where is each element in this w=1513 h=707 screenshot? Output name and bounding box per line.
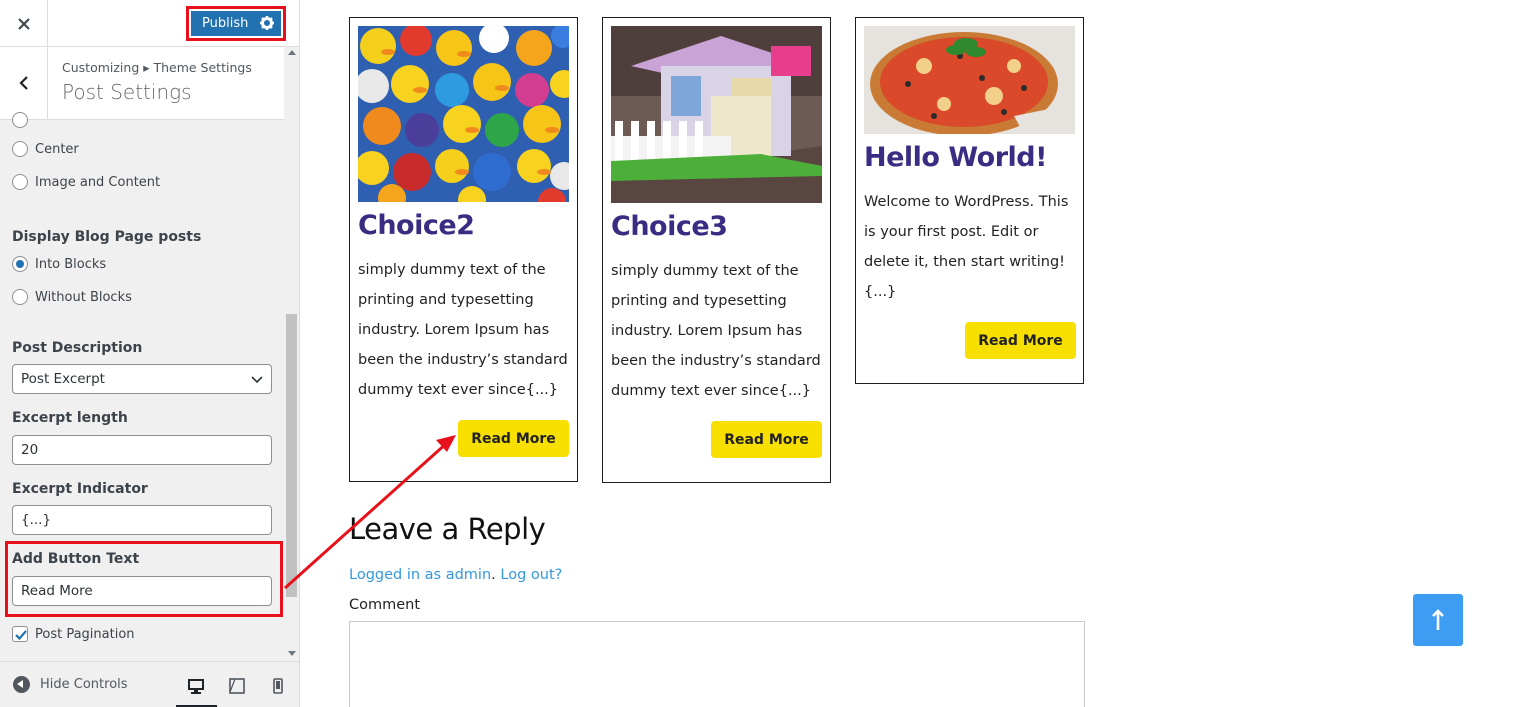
excerpt-line: industry. Lorem Ipsum has — [358, 322, 550, 338]
post-thumbnail-rubber-ducks[interactable] — [358, 26, 569, 202]
publish-label: Publish — [202, 16, 249, 31]
post-title[interactable]: Choice3 — [611, 211, 728, 242]
pagination-label: Post Pagination — [35, 627, 135, 642]
hide-controls-button[interactable]: Hide Controls — [13, 676, 128, 693]
close-customizer-button[interactable] — [0, 0, 48, 47]
layout-option-center: Center — [35, 142, 79, 157]
select-value: Post Excerpt — [21, 371, 105, 387]
scroll-to-top-button[interactable] — [1413, 594, 1463, 646]
button-text-value: Read More — [21, 583, 93, 599]
excerpt-line: dummy text ever since{...} — [358, 382, 558, 398]
scroll-down-arrow[interactable] — [288, 651, 296, 656]
excerpt-line: printing and typesetting — [611, 293, 787, 309]
logged-in-line: Logged in as admin. Log out? — [349, 567, 562, 583]
button-text-title: Add Button Text — [12, 551, 140, 567]
option-into-blocks: Into Blocks — [35, 257, 107, 272]
comment-textarea[interactable] — [349, 621, 1085, 707]
hide-controls-label: Hide Controls — [40, 677, 128, 692]
excerpt-line: dummy text ever since{...} — [611, 383, 811, 399]
read-more-button[interactable]: Read More — [458, 420, 569, 457]
layout-option-image-content: Image and Content — [35, 175, 161, 190]
excerpt-line: is your first post. Edit or — [864, 224, 1039, 240]
tablet-preview-icon[interactable] — [227, 676, 247, 696]
excerpt-indicator-title: Excerpt Indicator — [12, 481, 148, 497]
post-excerpt: simply dummy text of the printing and ty… — [611, 256, 821, 406]
desktop-preview-icon[interactable] — [186, 676, 206, 696]
option-without-blocks: Without Blocks — [35, 290, 132, 305]
button-text-input[interactable]: Read More — [12, 576, 272, 606]
reply-heading: Leave a Reply — [349, 512, 546, 546]
pagination-checkbox[interactable] — [12, 626, 28, 642]
arrow-up-icon — [1432, 609, 1444, 630]
post-card: Choice3 simply dummy text of the printin… — [602, 17, 831, 483]
excerpt-line: been the industry’s standard — [358, 352, 568, 368]
customizer-header: Publish — [0, 0, 299, 47]
excerpt-line: printing and typesetting — [358, 292, 534, 308]
mobile-preview-icon[interactable] — [268, 676, 288, 696]
post-card: Hello World! Welcome to WordPress. This … — [855, 17, 1084, 384]
radio-without-blocks[interactable] — [12, 289, 28, 305]
layout-radio-hidden[interactable] — [12, 112, 28, 128]
excerpt-length-input[interactable]: 20 — [12, 435, 272, 465]
post-excerpt: Welcome to WordPress. This is your first… — [864, 187, 1068, 307]
chevron-down-icon — [251, 376, 263, 384]
customizer-footer: Hide Controls — [0, 661, 299, 707]
excerpt-line: {...} — [864, 284, 897, 300]
excerpt-line: been the industry’s standard — [611, 353, 821, 369]
layout-radio-center[interactable] — [12, 141, 28, 157]
excerpt-length-title: Excerpt length — [12, 410, 128, 426]
display-posts-title: Display Blog Page posts — [12, 229, 202, 245]
collapse-icon — [13, 676, 30, 693]
post-excerpt: simply dummy text of the printing and ty… — [358, 255, 568, 405]
separator: . — [491, 567, 496, 583]
read-more-button[interactable]: Read More — [965, 322, 1076, 359]
excerpt-indicator-input[interactable]: {...} — [12, 505, 272, 535]
close-icon — [17, 17, 30, 30]
post-thumbnail-pizza[interactable] — [864, 26, 1075, 134]
excerpt-line: industry. Lorem Ipsum has — [611, 323, 803, 339]
radio-into-blocks[interactable] — [12, 256, 28, 272]
publish-button[interactable]: Publish — [191, 11, 281, 36]
scrollbar-thumb[interactable] — [286, 314, 297, 597]
post-description-title: Post Description — [12, 340, 143, 356]
read-more-button[interactable]: Read More — [711, 421, 822, 458]
excerpt-line: simply dummy text of the — [358, 262, 546, 278]
layout-radio-image-content[interactable] — [12, 174, 28, 190]
customizer-sidebar: Publish Customizing ▸ Theme Settings Pos… — [0, 0, 300, 707]
publish-highlight: Publish — [186, 6, 286, 41]
post-title[interactable]: Hello World! — [864, 142, 1047, 173]
post-card: Choice2 simply dummy text of the printin… — [349, 17, 578, 482]
checkmark-icon — [15, 630, 27, 641]
excerpt-line: delete it, then start writing! — [864, 254, 1065, 270]
section-header: Customizing ▸ Theme Settings Post Settin… — [0, 47, 284, 120]
post-description-select[interactable]: Post Excerpt — [12, 364, 272, 394]
logout-link[interactable]: Log out? — [500, 567, 562, 583]
chevron-left-icon — [18, 76, 28, 90]
logged-in-link[interactable]: Logged in as admin — [349, 567, 491, 583]
excerpt-length-value: 20 — [21, 442, 39, 458]
excerpt-indicator-value: {...} — [21, 512, 52, 528]
back-button[interactable] — [0, 47, 48, 119]
comment-label: Comment — [349, 597, 421, 613]
post-thumbnail-toy-house[interactable] — [611, 26, 822, 203]
gear-icon[interactable] — [259, 15, 275, 31]
excerpt-line: simply dummy text of the — [611, 263, 799, 279]
scroll-up-arrow[interactable] — [288, 50, 296, 55]
section-title: Post Settings — [62, 80, 192, 104]
post-title[interactable]: Choice2 — [358, 210, 475, 241]
site-preview: Choice2 simply dummy text of the printin… — [300, 0, 1513, 707]
excerpt-line: Welcome to WordPress. This — [864, 194, 1069, 210]
breadcrumb: Customizing ▸ Theme Settings — [62, 60, 252, 75]
